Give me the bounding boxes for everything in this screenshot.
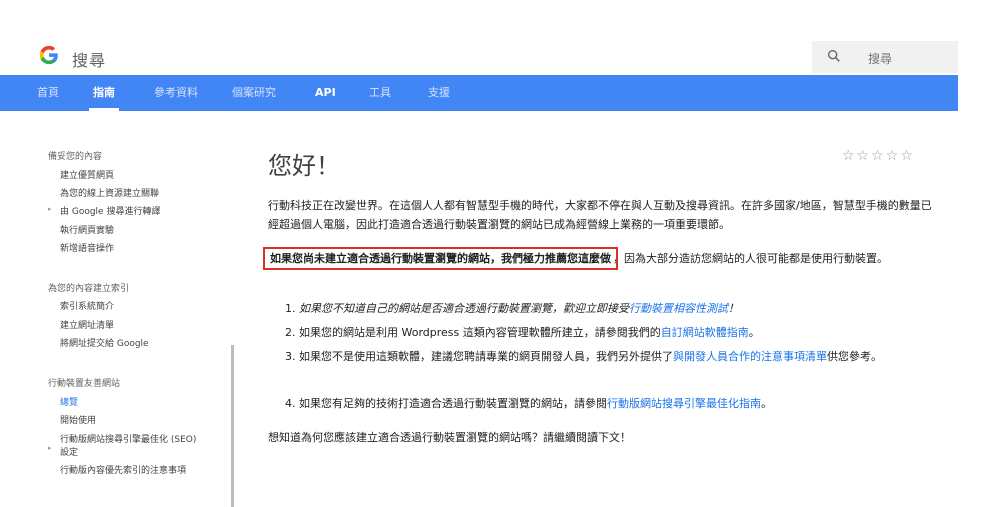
search-icon[interactable] — [826, 48, 842, 64]
sidebar: 備妥您的內容 建立優質網頁 為您的線上資源建立關聯 ▸ 由 Google 搜尋進… — [38, 139, 234, 507]
tab-guides[interactable]: 指南 — [89, 75, 119, 111]
sidebar-item[interactable]: 索引系統簡介 — [60, 299, 114, 312]
search-placeholder: 搜尋 — [868, 52, 893, 66]
top-bar: 搜尋 搜尋 — [0, 0, 989, 75]
list-text-after: 。 — [748, 326, 760, 339]
list-number: 3. — [285, 350, 296, 363]
highlight-paragraph-rest: ，因為大部分造訪您網站的人很可能都是使用行動裝置。 — [613, 252, 888, 265]
tab-api[interactable]: API — [315, 75, 336, 111]
site-name[interactable]: 搜尋 — [72, 47, 106, 71]
tab-home[interactable]: 首頁 — [37, 75, 59, 111]
list-text-after: 供您參考。 — [827, 350, 882, 363]
intro-paragraph: 行動科技正在改變世界。在這個人人都有智慧型手機的時代，大家都不停在與人互動及搜尋… — [268, 199, 932, 231]
sidebar-heading: 為您的內容建立索引 — [48, 284, 130, 294]
tab-case-studies[interactable]: 個案研究 — [232, 75, 276, 111]
sidebar-heading: 備妥您的內容 — [48, 152, 103, 162]
list-text: 如果您不知道自己的網站是否適合透過行動裝置瀏覽，歡迎立即接受 — [299, 302, 629, 315]
cms-guide-link[interactable]: 自訂網站軟體指南 — [661, 326, 749, 339]
sidebar-item[interactable]: 行動版網站搜尋引擎最佳化 (SEO) — [60, 432, 196, 445]
tab-support[interactable]: 支援 — [428, 75, 450, 111]
highlighted-recommendation: 如果您尚未建立適合透過行動裝置瀏覽的網站，我們極力推薦您這麼做 — [263, 247, 618, 270]
chevron-right-icon[interactable]: ▸ — [48, 205, 52, 213]
list-number: 4. — [285, 397, 296, 410]
nav-bar: 首頁 指南 參考資料 個案研究 API 工具 支援 — [0, 75, 958, 111]
sidebar-item[interactable]: 執行網頁實驗 — [60, 223, 114, 236]
list-text: 如果您不是使用這類軟體，建議您聘請專業的網頁開發人員，我們另外提供了 — [299, 350, 673, 363]
sidebar-item[interactable]: 為您的線上資源建立關聯 — [60, 186, 159, 199]
list-text-after: ！ — [728, 302, 739, 315]
sidebar-item-active[interactable]: 總覽 — [60, 395, 78, 408]
sidebar-scrollbar[interactable] — [231, 345, 234, 507]
list-text-after: 。 — [761, 397, 772, 410]
developer-checklist-link[interactable]: 與開發人員合作的注意事項清單 — [673, 350, 827, 363]
sidebar-item[interactable]: 建立優質網頁 — [60, 168, 114, 181]
sidebar-item[interactable]: 建立網址清單 — [60, 318, 114, 331]
sidebar-heading: 行動裝置友善網站 — [48, 379, 121, 389]
list-number: 2. — [285, 326, 296, 339]
sidebar-item[interactable]: 設定 — [60, 445, 78, 458]
mobile-friendly-test-link[interactable]: 行動裝置相容性測試 — [629, 302, 728, 315]
list-text: 如果您有足夠的技術打造適合透過行動裝置瀏覽的網站，請參閱 — [299, 397, 607, 410]
mobile-seo-guide-link[interactable]: 行動版網站搜尋引擎最佳化指南 — [607, 397, 761, 410]
sidebar-item[interactable]: 行動版內容優先索引的注意事項 — [60, 463, 186, 476]
list-number: 1. — [285, 302, 296, 315]
sidebar-item[interactable]: 將網址提交給 Google — [60, 336, 149, 349]
sidebar-item[interactable]: 開始使用 — [60, 413, 96, 426]
list-text: 如果您的網站是利用 Wordpress 這類內容管理軟體所建立，請參閱我們的 — [299, 326, 661, 339]
sidebar-item[interactable]: 由 Google 搜尋進行轉譯 — [60, 204, 160, 217]
highlight-paragraph: 如果您尚未建立適合透過行動裝置瀏覽的網站，我們極力推薦您這麼做 ，因為大部分造訪您… — [263, 247, 940, 270]
tab-tools[interactable]: 工具 — [369, 75, 391, 111]
page-title: 您好！ — [268, 152, 340, 180]
sidebar-item[interactable]: 新增語音操作 — [60, 241, 114, 254]
closing-paragraph: 想知道為何您應該建立適合透過行動裝置瀏覽的網站嗎？請繼續閱讀下文！ — [268, 431, 631, 444]
tab-reference[interactable]: 參考資料 — [154, 75, 198, 111]
chevron-right-icon[interactable]: ▸ — [48, 444, 52, 452]
search-input[interactable]: 搜尋 — [812, 41, 958, 73]
google-logo-icon[interactable] — [38, 44, 60, 66]
rating-stars[interactable]: ☆☆☆☆☆ — [842, 148, 915, 164]
